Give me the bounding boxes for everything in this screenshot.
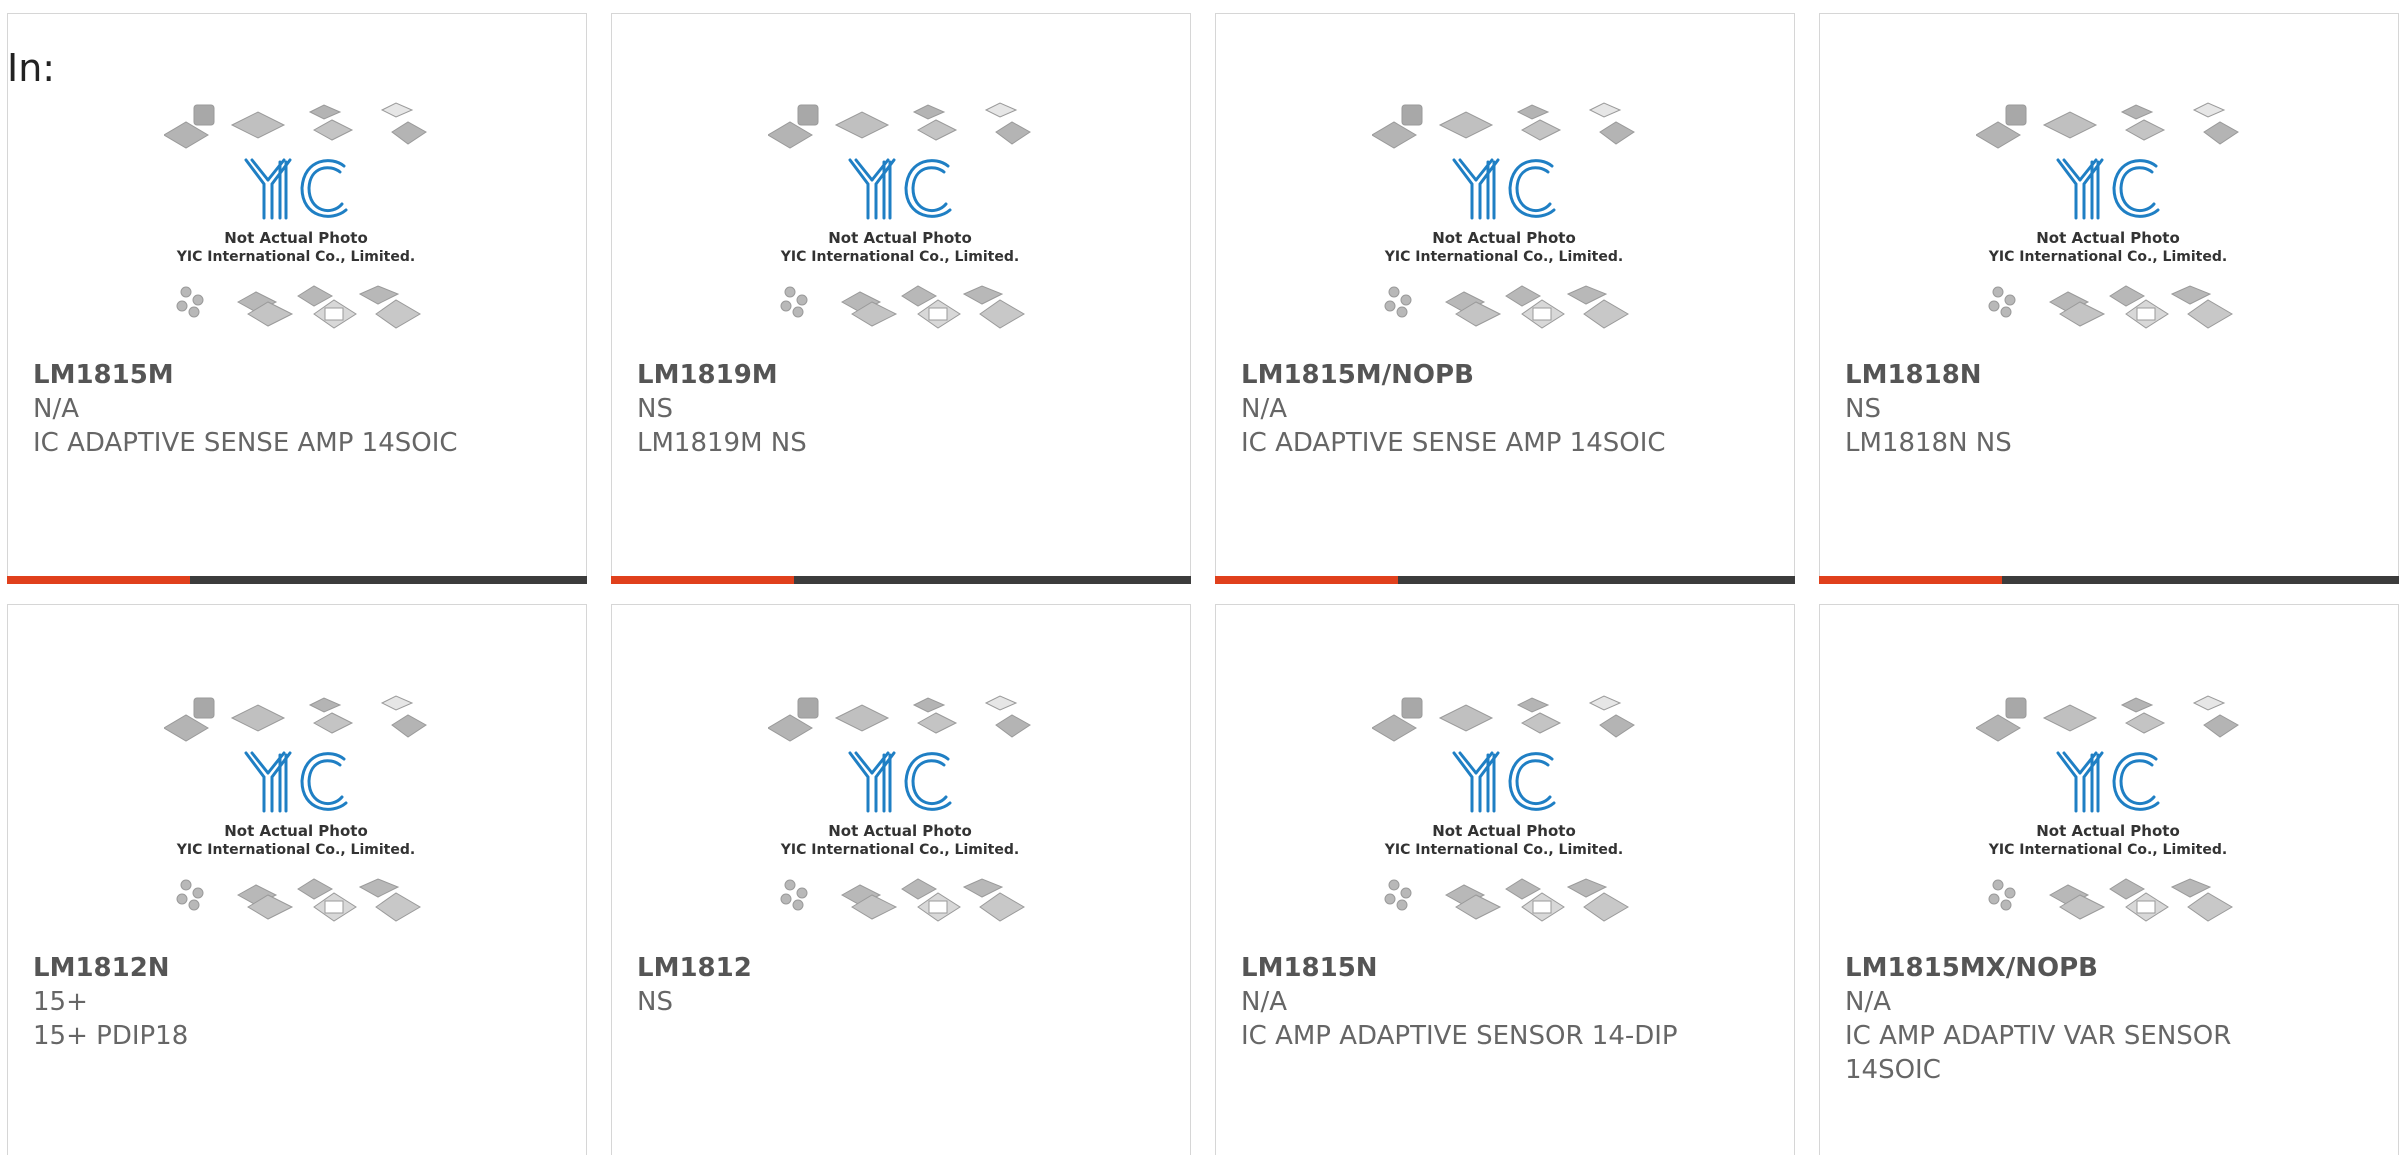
placeholder-photo-icon: Not Actual Photo YIC International Co., … <box>1976 102 2239 329</box>
part-number-link[interactable]: LM1818N <box>1845 358 2305 392</box>
manufacturer-text: 15+ <box>33 987 88 1017</box>
description-text: LM1819M NS <box>637 428 807 458</box>
manufacturer-text: NS <box>637 394 673 424</box>
description-text: LM1818N NS <box>1845 428 2012 458</box>
company-name-text: YIC International Co., Limited. <box>1384 249 1623 265</box>
not-actual-photo-text: Not Actual Photo <box>1432 229 1576 247</box>
part-number-link[interactable]: LM1815M <box>33 358 493 392</box>
manufacturer-text: N/A <box>1241 394 1287 424</box>
placeholder-photo-icon: Not Actual Photo YIC International Co., … <box>164 102 427 329</box>
yic-logo-icon <box>2056 158 2160 220</box>
product-photo[interactable]: Not Actual Photo YIC International Co., … <box>768 100 1033 350</box>
product-card-5[interactable]: Not Actual Photo YIC International Co., … <box>7 604 587 1155</box>
description-text: IC AMP ADAPTIVE SENSOR 14-DIP <box>1241 1021 1678 1051</box>
yic-logo-icon <box>244 158 348 220</box>
card-footer-bar <box>7 576 587 584</box>
part-number-link[interactable]: LM1815N <box>1241 951 1701 985</box>
company-name-text: YIC International Co., Limited. <box>1384 842 1623 858</box>
yic-logo-icon <box>1452 158 1556 220</box>
company-name-text: YIC International Co., Limited. <box>1988 842 2227 858</box>
description-text: 15+ PDIP18 <box>33 1021 189 1051</box>
yic-logo-icon <box>1452 751 1556 813</box>
company-name-text: YIC International Co., Limited. <box>780 249 1019 265</box>
yic-logo-icon <box>2056 751 2160 813</box>
product-photo[interactable]: Not Actual Photo YIC International Co., … <box>768 693 1033 943</box>
card-accent-bar <box>611 576 794 584</box>
placeholder-photo-icon: Not Actual Photo YIC International Co., … <box>1976 695 2239 922</box>
product-photo[interactable]: Not Actual Photo YIC International Co., … <box>164 693 429 943</box>
not-actual-photo-text: Not Actual Photo <box>224 822 368 840</box>
yic-logo-icon <box>244 751 348 813</box>
card-accent-bar <box>1819 576 2002 584</box>
product-info: LM1812 NS <box>637 951 1097 1019</box>
company-name-text: YIC International Co., Limited. <box>780 842 1019 858</box>
part-number-link[interactable]: LM1815MX/NOPB <box>1845 951 2305 985</box>
company-name-text: YIC International Co., Limited. <box>176 842 415 858</box>
card-accent-bar <box>7 576 190 584</box>
yic-logo-icon <box>848 751 952 813</box>
product-photo[interactable]: Not Actual Photo YIC International Co., … <box>1976 100 2241 350</box>
product-photo[interactable]: Not Actual Photo YIC International Co., … <box>1976 693 2241 943</box>
product-card-3[interactable]: Not Actual Photo YIC International Co., … <box>1215 13 1795 584</box>
part-number-link[interactable]: LM1819M <box>637 358 1097 392</box>
part-number-link[interactable]: LM1815M/NOPB <box>1241 358 1701 392</box>
not-actual-photo-text: Not Actual Photo <box>2036 822 2180 840</box>
company-name-text: YIC International Co., Limited. <box>1988 249 2227 265</box>
product-card-6[interactable]: Not Actual Photo YIC International Co., … <box>611 604 1191 1155</box>
company-name-text: YIC International Co., Limited. <box>176 249 415 265</box>
manufacturer-text: NS <box>1845 394 1881 424</box>
manufacturer-text: NS <box>637 987 673 1017</box>
product-card-4[interactable]: Not Actual Photo YIC International Co., … <box>1819 13 2399 584</box>
product-card-2[interactable]: Not Actual Photo YIC International Co., … <box>611 13 1191 584</box>
placeholder-photo-icon: Not Actual Photo YIC International Co., … <box>768 102 1031 329</box>
placeholder-photo-icon: Not Actual Photo YIC International Co., … <box>1372 695 1635 922</box>
manufacturer-text: N/A <box>1241 987 1287 1017</box>
product-info: LM1815M/NOPB N/A IC ADAPTIVE SENSE AMP 1… <box>1241 358 1701 460</box>
part-number-link[interactable]: LM1812 <box>637 951 1097 985</box>
yic-logo-icon <box>848 158 952 220</box>
not-actual-photo-text: Not Actual Photo <box>828 822 972 840</box>
manufacturer-text: N/A <box>33 394 79 424</box>
product-info: LM1815N N/A IC AMP ADAPTIVE SENSOR 14-DI… <box>1241 951 1701 1053</box>
manufacturer-text: N/A <box>1845 987 1891 1017</box>
product-card-8[interactable]: Not Actual Photo YIC International Co., … <box>1819 604 2399 1155</box>
product-grid: Not Actual Photo YIC International Co., … <box>7 13 2399 1155</box>
card-footer-bar <box>1819 576 2399 584</box>
product-info: LM1812N 15+ 15+ PDIP18 <box>33 951 493 1053</box>
product-info: LM1819M NS LM1819M NS <box>637 358 1097 460</box>
card-accent-bar <box>1215 576 1398 584</box>
placeholder-photo-icon: Not Actual Photo YIC International Co., … <box>1372 102 1635 329</box>
part-number-link[interactable]: LM1812N <box>33 951 493 985</box>
product-info: LM1818N NS LM1818N NS <box>1845 358 2305 460</box>
not-actual-photo-text: Not Actual Photo <box>1432 822 1576 840</box>
not-actual-photo-text: Not Actual Photo <box>224 229 368 247</box>
description-text: IC AMP ADAPTIV VAR SENSOR 14SOIC <box>1845 1021 2232 1085</box>
description-text: IC ADAPTIVE SENSE AMP 14SOIC <box>33 428 458 458</box>
placeholder-photo-icon: Not Actual Photo YIC International Co., … <box>164 695 427 922</box>
product-card-7[interactable]: Not Actual Photo YIC International Co., … <box>1215 604 1795 1155</box>
product-photo[interactable]: Not Actual Photo YIC International Co., … <box>1372 693 1637 943</box>
in-label: In: <box>7 46 56 90</box>
placeholder-photo-icon: Not Actual Photo YIC International Co., … <box>768 695 1031 922</box>
product-info: LM1815M N/A IC ADAPTIVE SENSE AMP 14SOIC <box>33 358 493 460</box>
product-grid-page: In: Not Actual Photo YIC International C… <box>0 0 2400 1155</box>
card-footer-bar <box>1215 576 1795 584</box>
product-card-1[interactable]: Not Actual Photo YIC International Co., … <box>7 13 587 584</box>
product-photo[interactable]: Not Actual Photo YIC International Co., … <box>1372 100 1637 350</box>
not-actual-photo-text: Not Actual Photo <box>2036 229 2180 247</box>
not-actual-photo-text: Not Actual Photo <box>828 229 972 247</box>
description-text: IC ADAPTIVE SENSE AMP 14SOIC <box>1241 428 1666 458</box>
product-photo[interactable]: Not Actual Photo YIC International Co., … <box>164 100 429 350</box>
product-info: LM1815MX/NOPB N/A IC AMP ADAPTIV VAR SEN… <box>1845 951 2305 1087</box>
card-footer-bar <box>611 576 1191 584</box>
